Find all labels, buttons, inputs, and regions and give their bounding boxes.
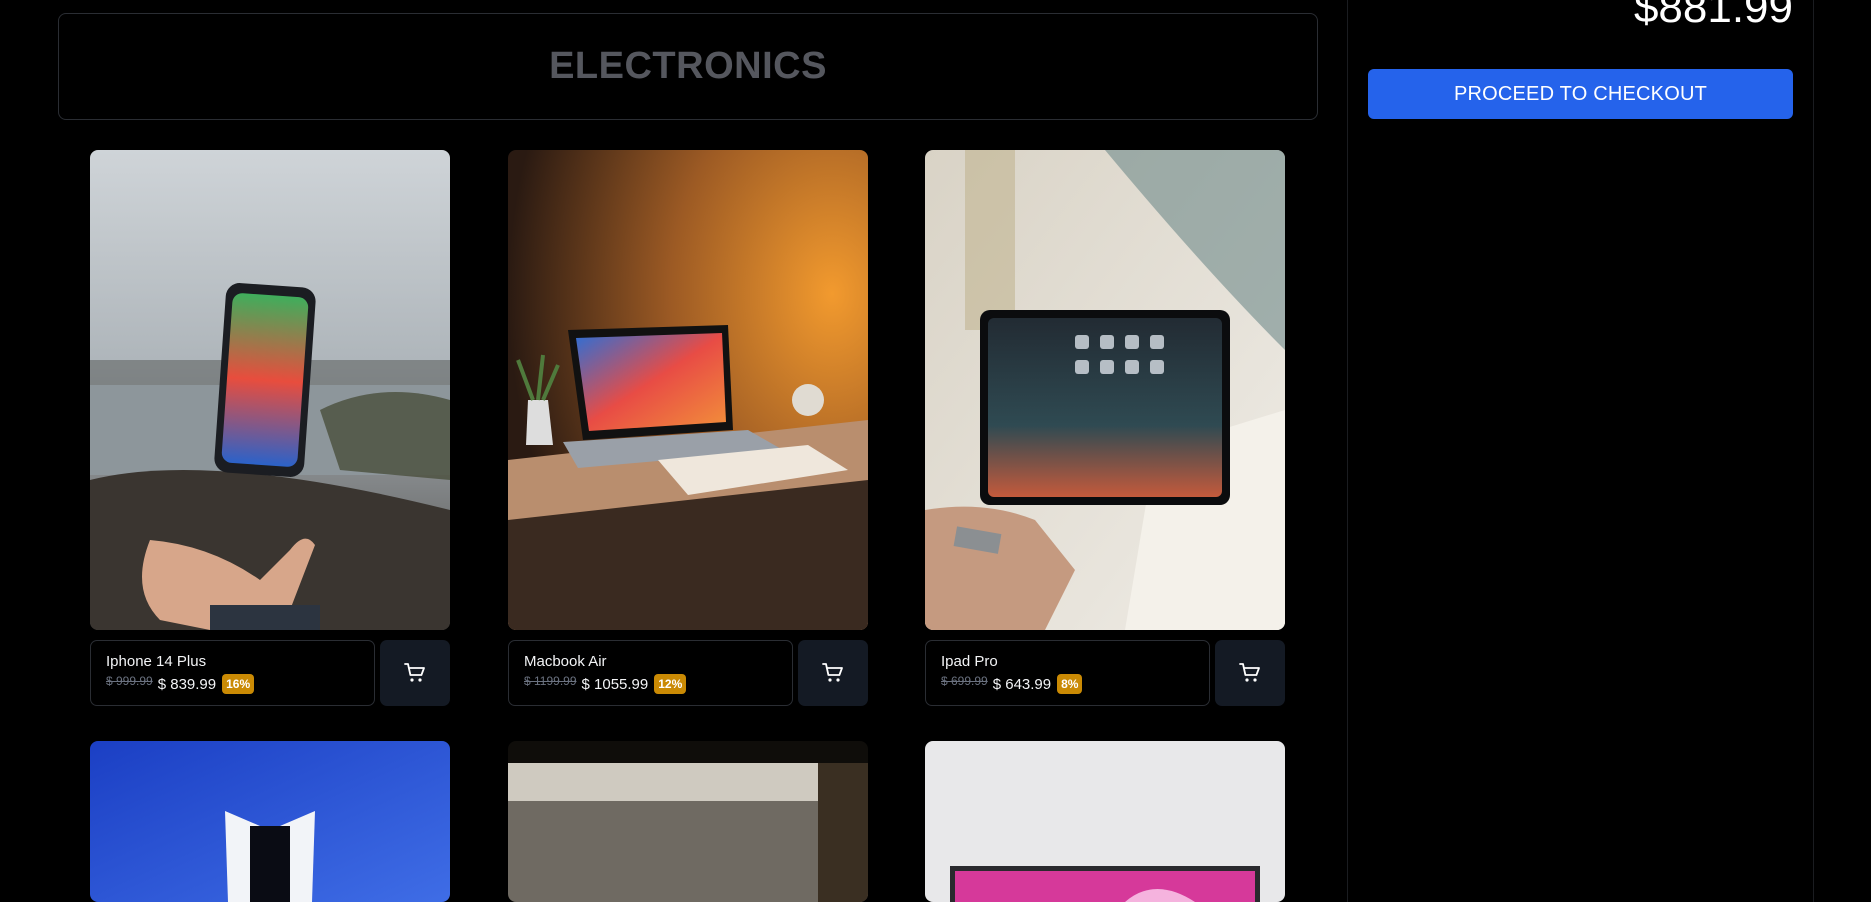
cart-icon [404, 663, 425, 682]
tablet-photo [925, 150, 1285, 630]
product-info: Ipad Pro $ 699.99 $ 643.99 8% [925, 640, 1210, 706]
add-to-cart-button[interactable] [798, 640, 868, 706]
product-info: Iphone 14 Plus $ 999.99 $ 839.99 16% [90, 640, 375, 706]
product-image[interactable] [925, 741, 1285, 902]
product-image[interactable] [90, 741, 450, 902]
discount-badge: 8% [1057, 674, 1083, 694]
add-to-cart-button[interactable] [380, 640, 450, 706]
original-price: $ 699.99 [941, 674, 988, 688]
cart-icon [822, 663, 843, 682]
category-header: ELECTRONICS [58, 13, 1318, 120]
sale-price: $ 839.99 [157, 675, 217, 693]
monitor-photo [925, 741, 1285, 902]
discount-badge: 12% [654, 674, 687, 694]
store-page: ELECTRONICS Iphone 14 Plus $ 999.99 $ 83… [0, 0, 1871, 902]
cart-icon [1239, 663, 1260, 682]
original-price: $ 1199.99 [524, 674, 577, 688]
sidebar-divider [1347, 0, 1348, 902]
discount-badge: 16% [222, 674, 255, 694]
product-image[interactable] [508, 741, 868, 902]
product-image[interactable] [925, 150, 1285, 630]
product-name: Iphone 14 Plus [106, 653, 207, 670]
checkout-button[interactable]: PROCEED TO CHECKOUT [1368, 69, 1793, 119]
sale-price: $ 643.99 [992, 675, 1052, 693]
product-name: Ipad Pro [941, 653, 998, 670]
product-image[interactable] [508, 150, 868, 630]
product-image[interactable] [90, 150, 450, 630]
window-photo [508, 741, 868, 902]
cart-total: $881.99 [1633, 0, 1793, 32]
console-photo [90, 741, 450, 902]
original-price: $ 999.99 [106, 674, 153, 688]
sale-price: $ 1055.99 [581, 675, 649, 693]
sidebar-edge [1813, 0, 1814, 902]
phone-photo [90, 150, 450, 630]
product-name: Macbook Air [524, 653, 607, 670]
laptop-photo [508, 150, 868, 630]
add-to-cart-button[interactable] [1215, 640, 1285, 706]
category-title: ELECTRONICS [549, 45, 827, 87]
product-info: Macbook Air $ 1199.99 $ 1055.99 12% [508, 640, 793, 706]
